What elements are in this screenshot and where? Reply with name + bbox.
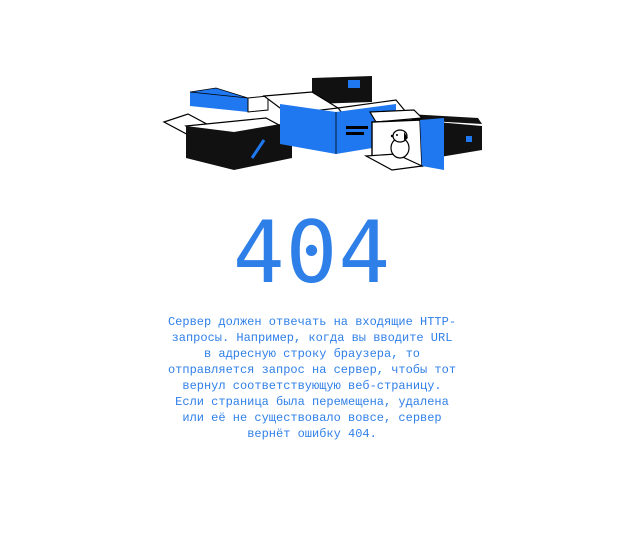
error-page: 404 Сервер должен отвечать на входящие H… [0,0,624,535]
open-boxes-with-dog-icon [162,76,482,171]
error-code: 404 [232,203,392,303]
error-message: Сервер должен отвечать на входящие HTTP-… [167,315,457,441]
right-box [363,109,482,171]
